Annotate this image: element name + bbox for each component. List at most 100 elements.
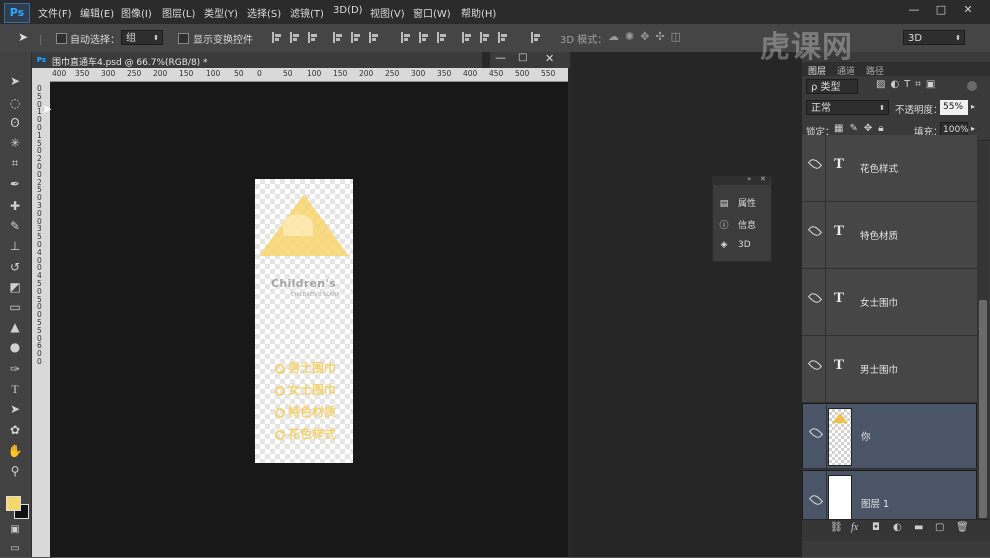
history-brush-icon[interactable]: ↺	[4, 258, 26, 276]
distribute-top-icon[interactable]	[401, 32, 411, 43]
menu-3d[interactable]: 3D(D)	[333, 5, 363, 16]
magic-wand-icon[interactable]: ✳	[4, 134, 26, 152]
panel-3d[interactable]: ◈ 3D	[718, 240, 751, 250]
opacity-input[interactable]: 55%	[940, 100, 968, 115]
align-bottom-icon[interactable]	[308, 32, 318, 43]
layer-filter-icons[interactable]: ▨◐T⌗▣	[876, 79, 940, 90]
folder-icon[interactable]: ▬	[914, 522, 923, 533]
brush-tool-icon[interactable]: ✎	[4, 217, 26, 235]
lock-icons[interactable]: ▦✎✥🔒︎	[834, 123, 890, 134]
layer-thumbnail[interactable]	[828, 475, 852, 521]
dodge-tool-icon[interactable]: ●	[4, 338, 26, 356]
panel-info[interactable]: ⓘ 信息	[718, 218, 756, 231]
link-icon[interactable]: ⛓	[830, 522, 843, 533]
layer-name[interactable]: 你	[861, 430, 871, 445]
align-vcenter-icon[interactable]	[290, 32, 300, 43]
gradient-tool-icon[interactable]: ▭	[4, 298, 26, 316]
minimize-button[interactable]: —	[904, 2, 924, 18]
blur-tool-icon[interactable]: ▲	[4, 318, 26, 336]
move-tool-icon[interactable]: ➤	[4, 72, 26, 90]
blend-mode-dropdown[interactable]: 正常 ⬍	[806, 100, 889, 115]
close-button[interactable]: ✕	[958, 2, 978, 18]
eyedropper-icon[interactable]: ✒	[4, 175, 26, 193]
filter-toggle[interactable]	[967, 81, 977, 91]
opacity-arrow-icon[interactable]: ▸	[971, 102, 975, 111]
visibility-eye-icon[interactable]	[810, 496, 822, 504]
distribute-bottom-icon[interactable]	[437, 32, 447, 43]
layer-thumbnail[interactable]	[828, 408, 852, 466]
doc-minimize-button[interactable]: —	[495, 51, 506, 64]
workspace-dropdown[interactable]: 3D ⬍	[903, 30, 965, 45]
close-icon[interactable]: ✕	[760, 175, 766, 183]
align-hcenter-icon[interactable]	[351, 32, 361, 43]
distribute-vcenter-icon[interactable]	[419, 32, 429, 43]
distribute-hcenter-icon[interactable]	[480, 32, 490, 43]
collapse-icon[interactable]: »	[747, 175, 751, 183]
menu-edit[interactable]: 编辑(E)	[80, 5, 114, 20]
menu-help[interactable]: 帮助(H)	[461, 5, 496, 20]
panel-properties[interactable]: ▤ 属性	[718, 196, 756, 209]
auto-select-dropdown[interactable]: 组 ⬍	[121, 30, 163, 45]
adjustment-icon[interactable]: ◐	[893, 522, 902, 533]
distribute-right-icon[interactable]	[498, 32, 508, 43]
visibility-eye-icon[interactable]	[809, 361, 821, 369]
layer-row-selected[interactable]: 你	[802, 403, 977, 470]
visibility-eye-icon[interactable]	[809, 294, 821, 302]
stamp-tool-icon[interactable]: ⊥	[4, 237, 26, 255]
menu-layer[interactable]: 图层(L)	[162, 5, 195, 20]
visibility-eye-icon[interactable]	[809, 227, 821, 235]
layer-row[interactable]: T 特色材质	[802, 202, 977, 269]
auto-align-icon[interactable]	[531, 32, 541, 43]
menu-type[interactable]: 类型(Y)	[204, 5, 238, 20]
layer-filter-dropdown[interactable]: ρ 类型	[806, 79, 858, 94]
layer-row[interactable]: T 花色样式	[802, 135, 977, 202]
align-left-icon[interactable]	[333, 32, 343, 43]
new-layer-icon[interactable]: ▢	[935, 522, 944, 533]
layer-name[interactable]: 女士围巾	[860, 295, 898, 309]
menu-file[interactable]: 文件(F)	[38, 5, 72, 20]
maximize-button[interactable]: □	[931, 2, 951, 18]
crop-tool-icon[interactable]: ⌗	[4, 154, 26, 172]
auto-select-checkbox[interactable]	[56, 33, 67, 44]
scrollbar-thumb[interactable]	[979, 300, 987, 518]
align-right-icon[interactable]	[369, 32, 379, 43]
3d-mode-icons[interactable]: ☁✺✥✣◫	[608, 30, 687, 43]
shape-tool-icon[interactable]: ✿	[4, 421, 26, 439]
doc-maximize-button[interactable]: □	[518, 52, 527, 63]
quick-mask-icon[interactable]: ▣	[4, 521, 26, 539]
visibility-eye-icon[interactable]	[809, 160, 821, 168]
layer-row-selected[interactable]: 图层 1	[802, 470, 977, 521]
layer-row[interactable]: T 女士围巾	[802, 269, 977, 336]
distribute-left-icon[interactable]	[462, 32, 472, 43]
layer-row[interactable]: T 男士围巾	[802, 336, 977, 403]
doc-close-button[interactable]: ✕	[545, 52, 554, 65]
menu-view[interactable]: 视图(V)	[370, 5, 405, 20]
fill-arrow-icon[interactable]: ▸	[971, 124, 975, 133]
move-tool-icon[interactable]: ➤	[18, 30, 28, 44]
trash-icon[interactable]: 🗑︎	[956, 522, 969, 533]
visibility-eye-icon[interactable]	[810, 429, 822, 437]
type-tool-icon[interactable]: T	[4, 380, 26, 398]
zoom-tool-icon[interactable]: ⚲	[4, 462, 26, 480]
document-canvas[interactable]: Children's CHILDREN'S SCARF 男士围巾 女士围巾 特色…	[255, 179, 353, 463]
align-top-icon[interactable]	[272, 32, 282, 43]
menu-select[interactable]: 选择(S)	[247, 5, 281, 20]
menu-filter[interactable]: 滤镜(T)	[290, 5, 324, 20]
hand-tool-icon[interactable]: ✋	[4, 442, 26, 460]
layer-name[interactable]: 花色样式	[860, 161, 898, 175]
layer-name[interactable]: 图层 1	[861, 497, 889, 512]
marquee-tool-icon[interactable]: ◌	[4, 94, 26, 112]
eraser-tool-icon[interactable]: ◩	[4, 278, 26, 296]
mask-icon[interactable]: ◘	[872, 522, 880, 533]
show-transform-checkbox[interactable]	[178, 33, 189, 44]
layer-name[interactable]: 男士围巾	[860, 362, 898, 376]
ruler-horizontal[interactable]: 400 350 300 250 200 150 100 50 0 50 100 …	[50, 68, 568, 82]
path-select-icon[interactable]: ➤	[4, 400, 26, 418]
pen-tool-icon[interactable]: ✑	[4, 360, 26, 378]
menu-window[interactable]: 窗口(W)	[413, 5, 451, 20]
ruler-vertical[interactable]: 050100150200250300350400450500550600	[32, 81, 51, 557]
menu-image[interactable]: 图像(I)	[121, 5, 152, 20]
lasso-tool-icon[interactable]: ʘ	[4, 114, 26, 132]
fx-icon[interactable]: fx	[851, 522, 858, 533]
screen-mode-icon[interactable]: ▭	[4, 540, 26, 558]
